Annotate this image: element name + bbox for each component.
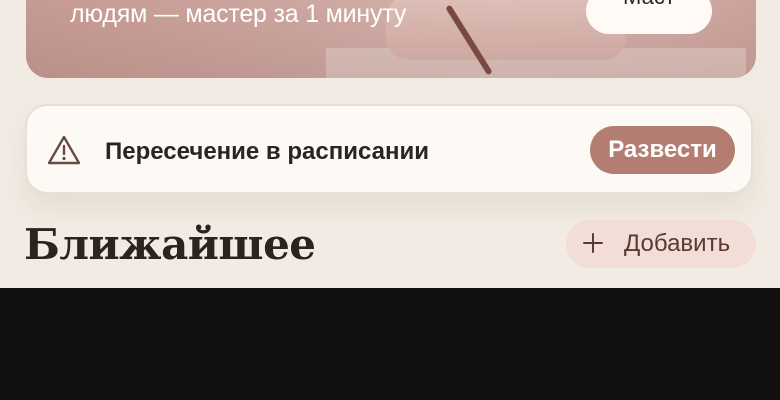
warning-triangle-icon — [47, 135, 81, 165]
app-screen: людям — мастер за 1 минуту Маст Пересече… — [0, 0, 780, 288]
plus-icon — [583, 233, 603, 253]
resolve-button[interactable]: Развести — [590, 126, 735, 174]
add-button-label: Добавить — [624, 230, 731, 257]
section-title: Ближайшее — [24, 220, 316, 269]
add-button[interactable]: Добавить — [566, 220, 756, 268]
banner-button-label: Маст — [623, 0, 675, 10]
banner-button[interactable]: Маст — [586, 0, 712, 34]
promo-banner[interactable]: людям — мастер за 1 минуту Маст — [26, 0, 756, 78]
banner-text: людям — мастер за 1 минуту — [70, 0, 407, 28]
alert-message: Пересечение в расписании — [105, 138, 429, 165]
bottom-area — [0, 288, 780, 400]
schedule-conflict-alert: Пересечение в расписании Развести — [25, 104, 753, 194]
